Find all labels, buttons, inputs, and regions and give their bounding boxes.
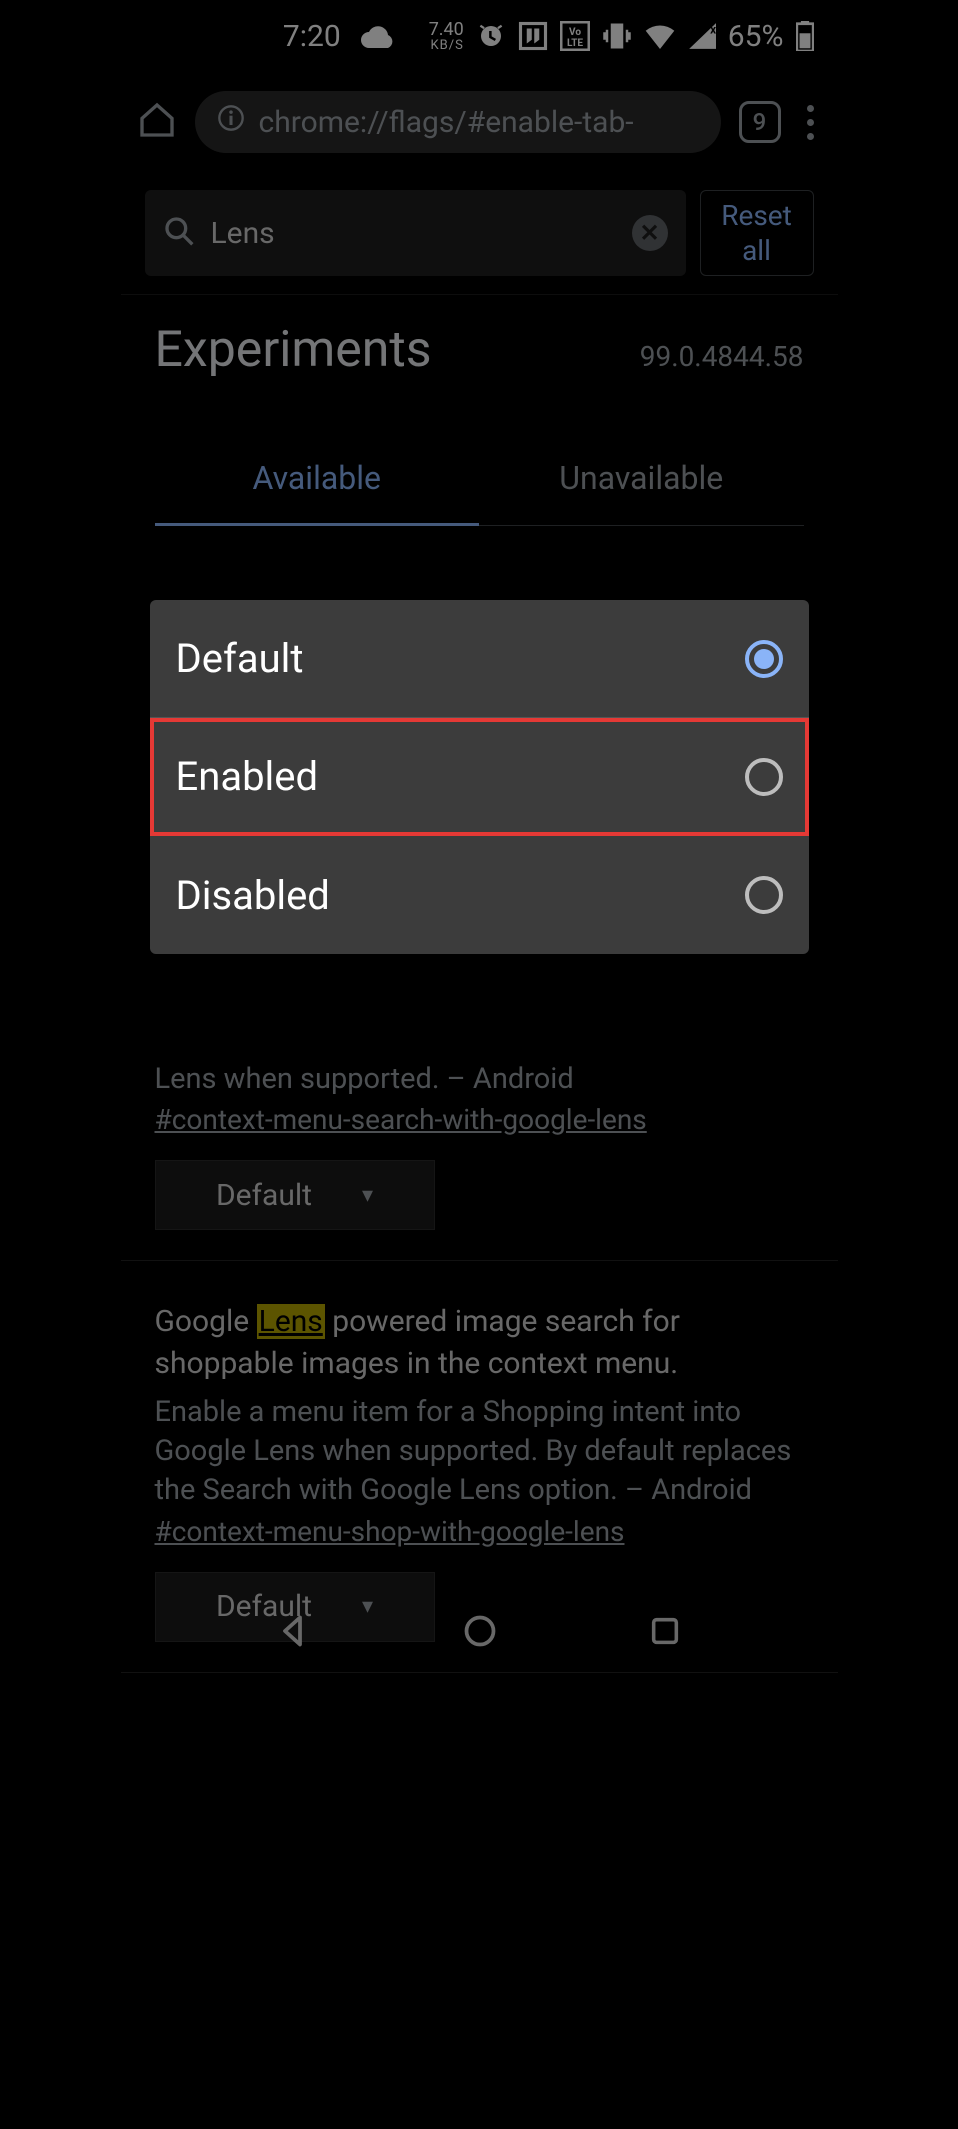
cloud-icon (361, 24, 395, 48)
search-input[interactable]: Lens ✕ (145, 190, 686, 276)
search-value: Lens (211, 216, 616, 251)
popup-option-enabled[interactable]: Enabled (150, 718, 809, 836)
tab-unavailable[interactable]: Unavailable (479, 439, 804, 525)
alarm-icon (476, 21, 506, 51)
nfc-icon (518, 21, 548, 51)
flag-description: Lens when supported. – Android (155, 1060, 804, 1099)
select-popup: Default Enabled Disabled (150, 600, 809, 954)
status-bar: 7:20 7.40 KB/S VoLTE (121, 0, 838, 72)
radio-icon (745, 640, 783, 678)
flag-hash-link[interactable]: #context-menu-shop-with-google-lens (155, 1515, 804, 1548)
signal-icon: x (688, 23, 716, 49)
browser-toolbar: chrome://flags/#enable-tab- 9 (121, 72, 838, 172)
volte-icon: VoLTE (560, 21, 590, 51)
home-icon[interactable] (137, 100, 177, 144)
svg-text:Vo: Vo (569, 27, 581, 38)
flag-description: Enable a menu item for a Shopping intent… (155, 1393, 804, 1510)
page-info-icon[interactable] (217, 104, 245, 140)
back-icon[interactable] (276, 1613, 312, 1653)
clear-search-icon[interactable]: ✕ (632, 215, 668, 251)
omnibox[interactable]: chrome://flags/#enable-tab- (195, 91, 721, 153)
network-speed: 7.40 KB/S (429, 21, 464, 52)
vibrate-icon (602, 21, 632, 51)
popup-option-label: Default (176, 635, 304, 682)
radio-icon (745, 758, 783, 796)
recents-icon[interactable] (648, 1614, 682, 1652)
tab-available[interactable]: Available (155, 439, 480, 526)
battery-percent: 65% (728, 19, 784, 54)
radio-icon (745, 876, 783, 914)
popup-option-disabled[interactable]: Disabled (150, 836, 809, 954)
android-nav-bar (121, 1593, 838, 1673)
page-title: Experiments (155, 321, 432, 379)
reset-all-button[interactable]: Reset all (700, 190, 814, 276)
wifi-icon (644, 23, 676, 49)
popup-option-label: Enabled (176, 753, 319, 800)
flag-hash-link[interactable]: #context-menu-search-with-google-lens (155, 1103, 804, 1136)
chevron-down-icon: ▾ (362, 1183, 373, 1208)
svg-text:x: x (710, 23, 716, 37)
home-nav-icon[interactable] (462, 1613, 498, 1653)
battery-icon (796, 21, 814, 51)
popup-option-label: Disabled (176, 872, 330, 919)
tab-switcher[interactable]: 9 (739, 101, 781, 143)
search-icon (163, 215, 195, 251)
overflow-menu-icon[interactable] (799, 97, 822, 148)
chrome-version: 99.0.4844.58 (640, 340, 804, 373)
tab-bar: Available Unavailable (155, 439, 804, 526)
flag-title: Google Lens powered image search for sho… (155, 1301, 804, 1385)
status-time: 7:20 (283, 19, 341, 54)
flag-select[interactable]: Default ▾ (155, 1160, 435, 1230)
popup-option-default[interactable]: Default (150, 600, 809, 718)
url-text: chrome://flags/#enable-tab- (259, 105, 634, 140)
svg-text:LTE: LTE (567, 38, 583, 49)
